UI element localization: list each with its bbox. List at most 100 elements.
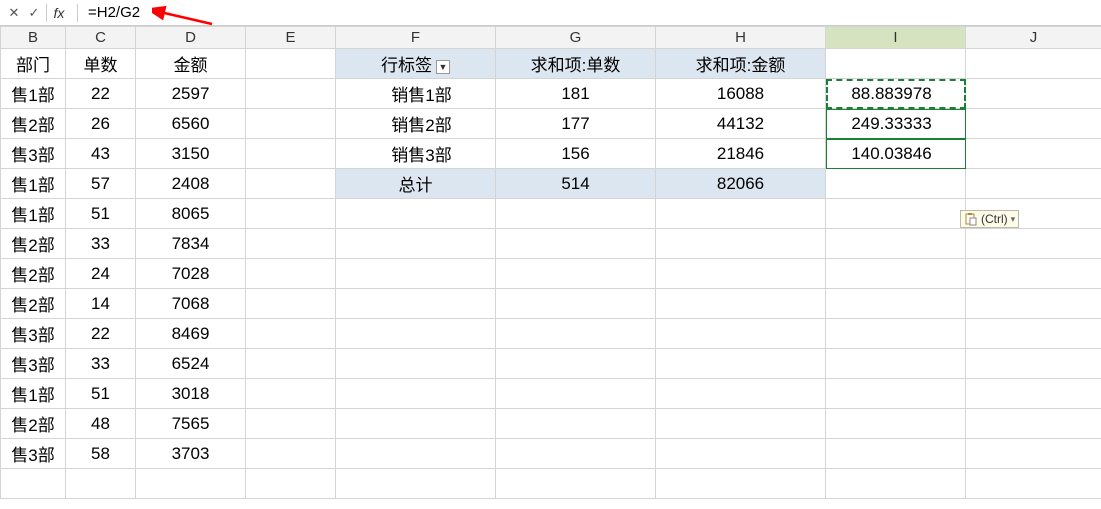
cell[interactable] (496, 319, 656, 349)
cell[interactable]: 26 (66, 109, 136, 139)
cell[interactable]: 43 (66, 139, 136, 169)
cell[interactable]: 33 (66, 229, 136, 259)
cell[interactable] (496, 229, 656, 259)
cell[interactable]: 22 (66, 79, 136, 109)
cell[interactable] (826, 199, 966, 229)
cell[interactable] (246, 289, 336, 319)
cell[interactable]: 14 (66, 289, 136, 319)
cell[interactable]: 售2部 (1, 289, 66, 319)
cancel-icon[interactable]: ✕ (4, 4, 24, 22)
cell[interactable] (246, 469, 336, 499)
cell[interactable] (336, 289, 496, 319)
cell[interactable] (966, 469, 1101, 499)
cell[interactable] (246, 379, 336, 409)
col-header-I[interactable]: I (826, 27, 966, 49)
cell[interactable] (966, 49, 1101, 79)
cell[interactable] (336, 349, 496, 379)
cell[interactable] (246, 169, 336, 199)
cell[interactable] (966, 169, 1101, 199)
cell[interactable] (496, 349, 656, 379)
cell[interactable] (966, 109, 1101, 139)
cell[interactable] (966, 319, 1101, 349)
cell[interactable] (966, 379, 1101, 409)
cell[interactable] (336, 439, 496, 469)
cell[interactable] (496, 409, 656, 439)
col-header-J[interactable]: J (966, 27, 1101, 49)
col-header-E[interactable]: E (246, 27, 336, 49)
spreadsheet-grid[interactable]: B C D E F G H I J 部门单数金额行标签▼求和项:单数求和项:金额… (0, 26, 1101, 499)
cell[interactable] (966, 229, 1101, 259)
cell[interactable] (246, 109, 336, 139)
cell[interactable] (826, 379, 966, 409)
cell[interactable] (656, 229, 826, 259)
cell[interactable] (246, 409, 336, 439)
cell[interactable] (966, 289, 1101, 319)
pivot-cell[interactable]: 16088 (656, 79, 826, 109)
cell[interactable] (496, 439, 656, 469)
cell[interactable] (496, 259, 656, 289)
cell[interactable] (246, 49, 336, 79)
cell[interactable] (246, 79, 336, 109)
cell[interactable]: 售1部 (1, 199, 66, 229)
cell[interactable] (246, 349, 336, 379)
cell[interactable]: 8469 (136, 319, 246, 349)
result-cell[interactable]: 88.883978 (826, 79, 966, 109)
cell[interactable]: 58 (66, 439, 136, 469)
cell[interactable] (246, 139, 336, 169)
cell[interactable] (966, 349, 1101, 379)
accept-icon[interactable]: ✓ (24, 4, 44, 22)
cell[interactable] (246, 259, 336, 289)
cell[interactable] (656, 409, 826, 439)
cell[interactable]: 7028 (136, 259, 246, 289)
cell[interactable]: 22 (66, 319, 136, 349)
cell[interactable] (826, 259, 966, 289)
cell[interactable] (966, 79, 1101, 109)
result-cell[interactable]: 140.03846 (826, 139, 966, 169)
cell[interactable] (496, 289, 656, 319)
cell[interactable] (656, 259, 826, 289)
cell[interactable] (1, 469, 66, 499)
pivot-cell[interactable]: 177 (496, 109, 656, 139)
cell[interactable]: 售2部 (1, 259, 66, 289)
cell[interactable]: 48 (66, 409, 136, 439)
cell[interactable]: 售1部 (1, 79, 66, 109)
cell[interactable] (966, 259, 1101, 289)
cell[interactable] (826, 229, 966, 259)
pivot-cell[interactable]: 21846 (656, 139, 826, 169)
pivot-header-cell[interactable]: 求和项:单数 (496, 49, 656, 79)
cell[interactable]: 3703 (136, 439, 246, 469)
pivot-row-label[interactable]: 销售3部 (336, 139, 496, 169)
cell[interactable] (336, 319, 496, 349)
fx-icon[interactable]: fx (49, 4, 69, 22)
cell[interactable] (966, 439, 1101, 469)
pivot-total-cell[interactable]: 82066 (656, 169, 826, 199)
cell[interactable]: 33 (66, 349, 136, 379)
cell[interactable]: 7834 (136, 229, 246, 259)
col-header-H[interactable]: H (656, 27, 826, 49)
cell[interactable]: 51 (66, 379, 136, 409)
cell[interactable] (336, 409, 496, 439)
cell[interactable]: 6560 (136, 109, 246, 139)
pivot-row-label[interactable]: 销售1部 (336, 79, 496, 109)
col-header-F[interactable]: F (336, 27, 496, 49)
cell[interactable] (246, 439, 336, 469)
cell[interactable]: 6524 (136, 349, 246, 379)
pivot-header-cell[interactable]: 行标签▼ (336, 49, 496, 79)
pivot-cell[interactable]: 156 (496, 139, 656, 169)
cell[interactable] (656, 319, 826, 349)
cell[interactable] (826, 439, 966, 469)
cell[interactable] (826, 349, 966, 379)
col-header-G[interactable]: G (496, 27, 656, 49)
col-header-B[interactable]: B (1, 27, 66, 49)
cell[interactable] (336, 199, 496, 229)
cell[interactable] (656, 469, 826, 499)
cell[interactable] (246, 229, 336, 259)
cell[interactable] (656, 379, 826, 409)
col-header-C[interactable]: C (66, 27, 136, 49)
cell[interactable] (826, 319, 966, 349)
cell[interactable]: 售3部 (1, 139, 66, 169)
cell[interactable]: 售3部 (1, 349, 66, 379)
cell[interactable] (66, 469, 136, 499)
cell[interactable]: 售1部 (1, 169, 66, 199)
cell[interactable] (136, 469, 246, 499)
